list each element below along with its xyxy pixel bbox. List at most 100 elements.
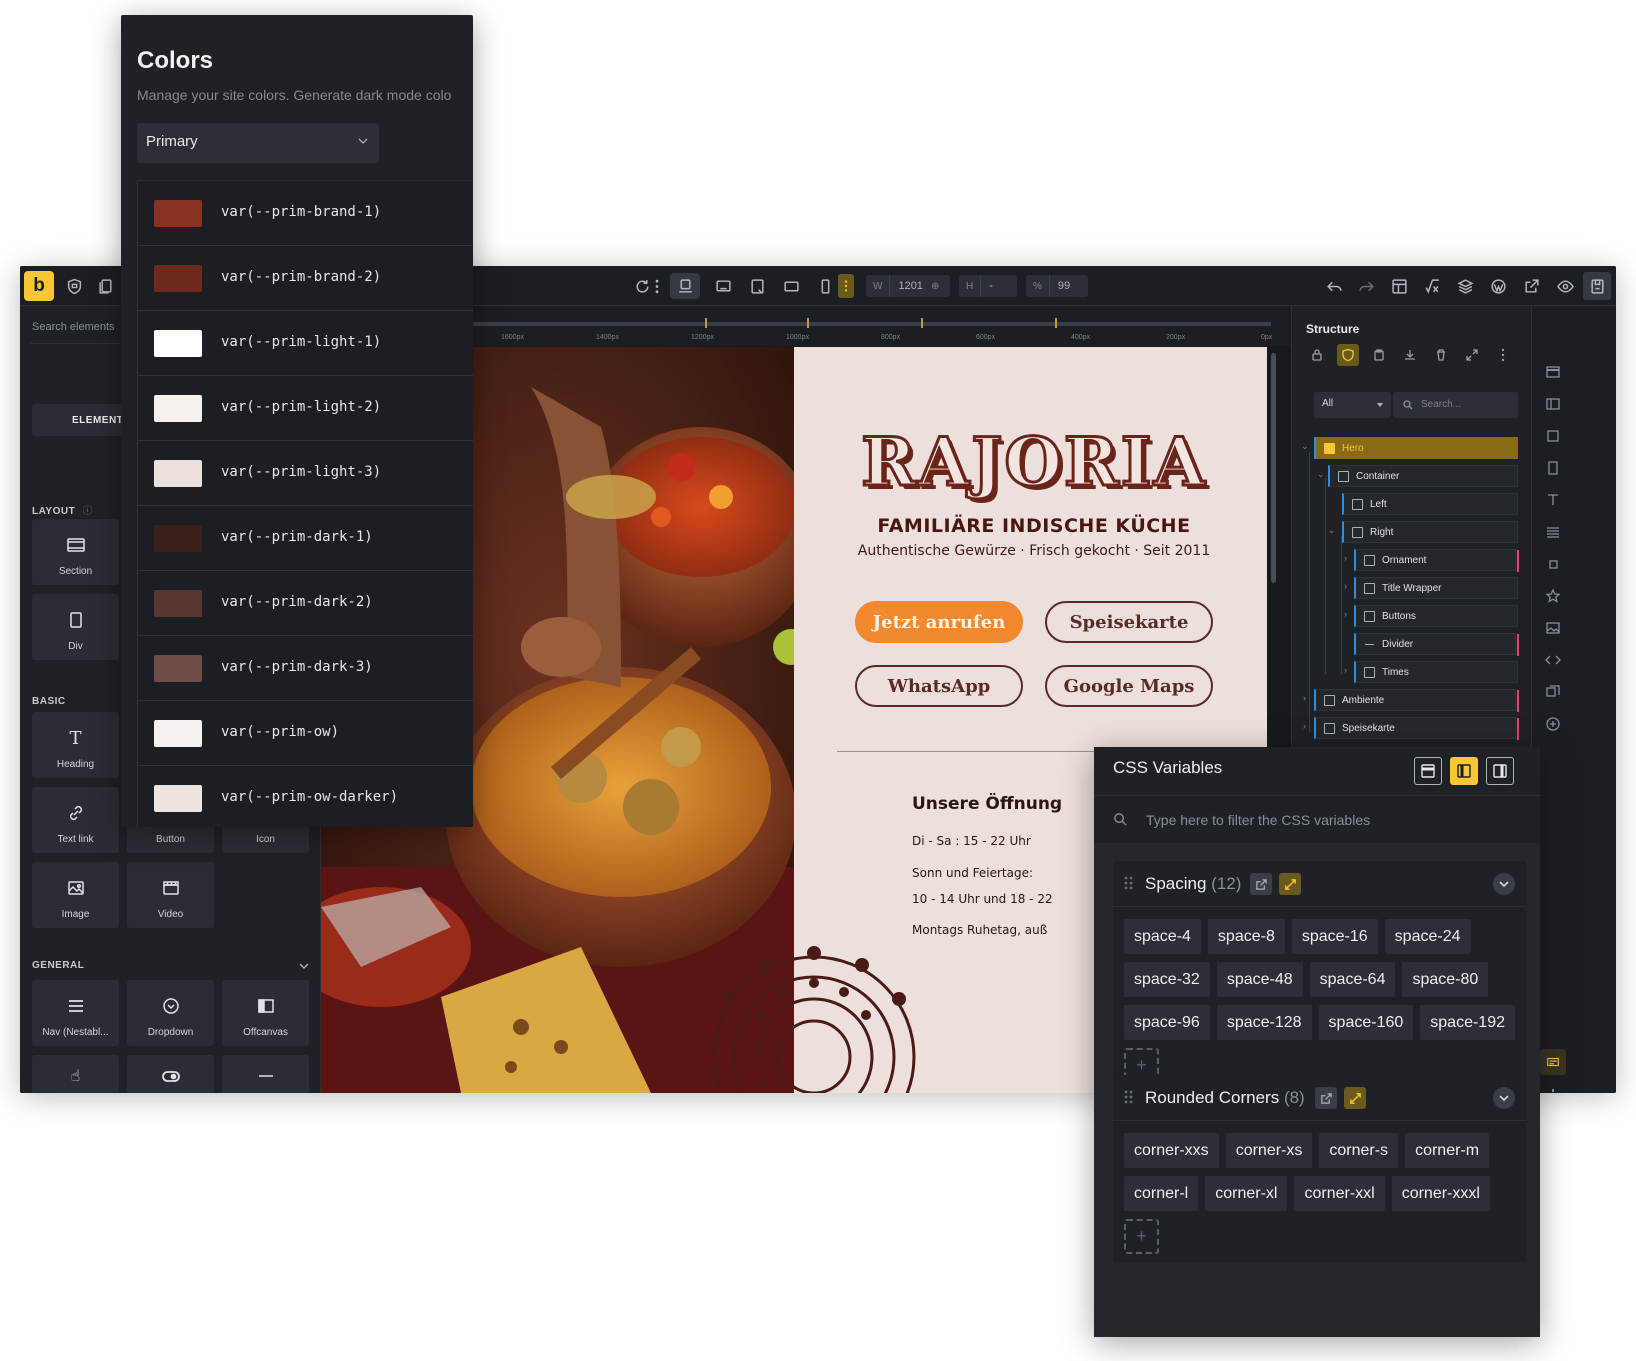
variable-chip[interactable]: space-64 (1309, 962, 1396, 997)
view-left-icon[interactable] (1450, 757, 1478, 785)
color-swatch[interactable] (154, 785, 202, 812)
element-section[interactable]: Section (32, 519, 119, 585)
drag-handle-icon[interactable] (1124, 876, 1134, 890)
hours-line[interactable]: Di - Sa : 15 - 22 Uhr (912, 834, 1031, 848)
variable-chip[interactable]: space-4 (1124, 919, 1201, 954)
list-icon[interactable] (1545, 524, 1561, 540)
tree-item-divider[interactable]: Divider (1354, 633, 1519, 656)
variable-chip[interactable]: space-16 (1291, 919, 1378, 954)
structure-search-input[interactable]: Search... (1393, 392, 1518, 418)
tree-item-ornament[interactable]: Ornament (1354, 549, 1519, 572)
tree-item-hero[interactable]: Hero (1314, 437, 1518, 459)
tree-item-times[interactable]: Times (1354, 661, 1518, 683)
star-icon[interactable] (1545, 588, 1561, 604)
external-link-icon[interactable] (1250, 873, 1272, 895)
view-full-icon[interactable] (1414, 757, 1442, 785)
menu-button[interactable]: Speisekarte (1045, 601, 1213, 643)
hours-line[interactable]: 10 - 14 Uhr und 18 - 22 (912, 892, 1053, 906)
variable-chip[interactable]: space-160 (1318, 1005, 1414, 1040)
more-vertical-icon[interactable] (1492, 344, 1514, 366)
tablet-landscape-icon[interactable] (747, 276, 767, 296)
shield-icon[interactable] (1337, 344, 1359, 366)
scale-icon[interactable] (1344, 1087, 1366, 1109)
wordpress-icon[interactable] (1488, 276, 1508, 296)
preview-eye-icon[interactable] (1555, 276, 1575, 296)
color-row[interactable]: var(--prim-dark-1) (138, 506, 473, 571)
expand-icon[interactable] (1461, 344, 1483, 366)
external-link-icon[interactable] (1315, 1087, 1337, 1109)
hours-line[interactable]: Sonn und Feiertage: (912, 866, 1033, 880)
color-swatch[interactable] (154, 395, 202, 422)
element-image[interactable]: Image (32, 862, 119, 928)
color-row[interactable]: var(--prim-light-2) (138, 376, 473, 441)
gear-icon[interactable] (1545, 1088, 1561, 1093)
variable-chip[interactable]: space-48 (1216, 962, 1303, 997)
tree-item-ambiente[interactable]: Ambiente (1314, 689, 1519, 712)
variables-panel-icon[interactable] (1540, 1049, 1566, 1075)
drag-handle-icon[interactable] (1124, 1090, 1134, 1104)
variable-chip[interactable]: corner-xxxl (1391, 1176, 1490, 1211)
width-value[interactable]: 1201 (890, 280, 930, 292)
color-swatch[interactable] (154, 590, 202, 617)
download-icon[interactable] (1399, 344, 1421, 366)
element-video[interactable]: Video (127, 862, 214, 928)
percent-value[interactable]: 99 (1050, 280, 1078, 292)
clipboard-icon[interactable] (1368, 344, 1390, 366)
desktop-breakpoint-icon[interactable] (670, 273, 700, 299)
variable-chip[interactable]: corner-xl (1205, 1176, 1288, 1211)
variable-chip[interactable]: space-24 (1384, 919, 1471, 954)
chevron-down-icon[interactable]: ⌄ (1317, 469, 1325, 480)
tree-item-title-wrapper[interactable]: Title Wrapper (1354, 577, 1518, 599)
tree-item-buttons[interactable]: Buttons (1354, 605, 1518, 627)
variable-chip[interactable]: space-32 (1124, 962, 1210, 997)
canvas-scrollbar[interactable] (1271, 353, 1276, 583)
chevron-right-icon[interactable]: › (1303, 693, 1306, 703)
laptop-breakpoint-icon[interactable] (713, 276, 733, 296)
templates-icon[interactable] (1389, 276, 1409, 296)
element-nav[interactable]: Nav (Nestabl... (32, 980, 119, 1046)
scale-icon[interactable] (1279, 873, 1301, 895)
chevron-down-icon[interactable] (298, 960, 310, 972)
hours-line[interactable]: Montags Ruhetag, auß (912, 923, 1047, 937)
color-swatch[interactable] (154, 720, 202, 747)
code-icon[interactable] (1545, 652, 1561, 668)
hero-tagline[interactable]: Authentische Gewürze · Frisch gekocht · … (834, 543, 1234, 559)
variable-chip[interactable]: corner-l (1124, 1176, 1199, 1211)
header-icon[interactable] (1545, 364, 1561, 380)
color-swatch[interactable] (154, 655, 202, 682)
structure-filter-select[interactable]: All (1314, 392, 1391, 418)
color-swatch[interactable] (154, 200, 202, 227)
chevron-right-icon[interactable]: › (1303, 721, 1306, 731)
color-row[interactable]: var(--prim-ow-darker) (138, 766, 473, 827)
chevron-right-icon[interactable]: › (1344, 609, 1347, 619)
external-link-icon[interactable] (1521, 276, 1541, 296)
mobile-breakpoint-icon[interactable] (815, 276, 835, 296)
color-swatch[interactable] (154, 265, 202, 292)
more-vertical-icon[interactable] (652, 276, 662, 296)
color-row[interactable]: var(--prim-brand-2) (138, 246, 473, 311)
element-div[interactable]: Div (32, 594, 119, 660)
color-swatch[interactable] (154, 330, 202, 357)
plus-icon[interactable] (1545, 716, 1561, 732)
element-divider[interactable] (222, 1055, 309, 1093)
call-button[interactable]: Jetzt anrufen (855, 601, 1023, 643)
logo-button[interactable]: b (24, 271, 54, 301)
collapse-chevron-icon[interactable] (1493, 873, 1515, 895)
palette-select[interactable]: Primary (137, 123, 379, 163)
chevron-down-icon[interactable]: ⌄ (1328, 525, 1336, 536)
color-row[interactable]: var(--prim-light-3) (138, 441, 473, 506)
chevron-right-icon[interactable]: › (1344, 581, 1347, 591)
hero-title[interactable]: RAJORIA (834, 428, 1234, 497)
duplicate-icon[interactable] (1545, 684, 1561, 700)
color-row[interactable]: var(--prim-dark-2) (138, 571, 473, 636)
block-icon[interactable] (1545, 428, 1561, 444)
variable-chip[interactable]: space-96 (1124, 1005, 1210, 1040)
element-dropdown[interactable]: Dropdown (127, 980, 214, 1046)
variables-icon[interactable] (1422, 276, 1442, 296)
color-row[interactable]: var(--prim-light-1) (138, 311, 473, 376)
element-toggle[interactable] (127, 1055, 214, 1093)
tree-item-container[interactable]: Container (1328, 465, 1518, 487)
color-swatch[interactable] (154, 525, 202, 552)
undo-icon[interactable] (1324, 276, 1344, 296)
sidebar-layout-icon[interactable] (1545, 396, 1561, 412)
